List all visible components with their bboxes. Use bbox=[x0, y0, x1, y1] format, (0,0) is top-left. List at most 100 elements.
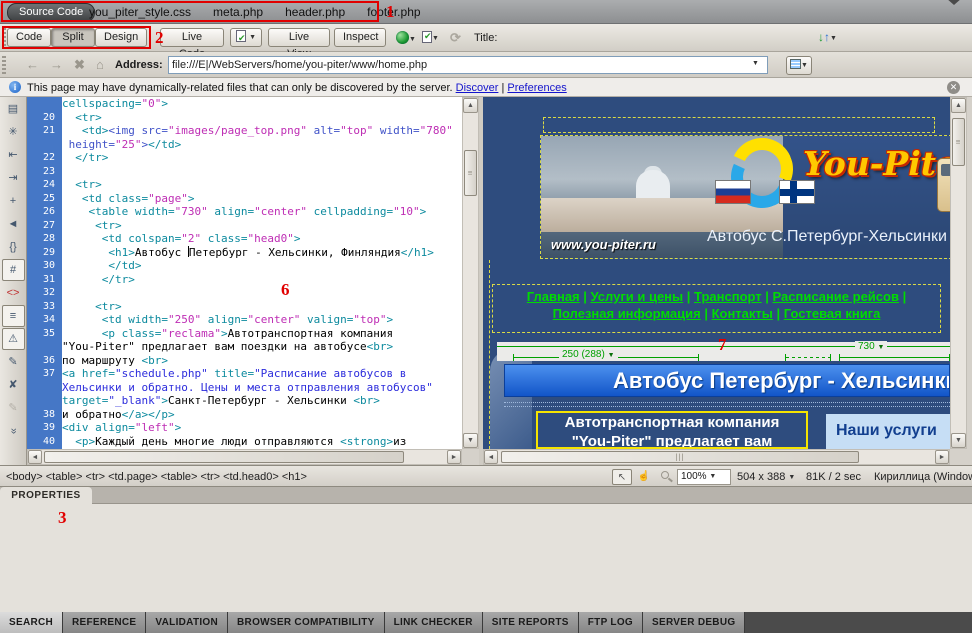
code-vertical-scrollbar[interactable]: ▲ ≡ ▼ bbox=[462, 97, 479, 449]
column-width-label[interactable]: 250 (288) ▼ bbox=[559, 349, 618, 360]
code-line[interactable]: 40 <p>Каждый день многие люди отправляют… bbox=[27, 435, 462, 449]
code-line[interactable]: 32 bbox=[27, 286, 462, 300]
code-line[interactable]: height="25"></td> bbox=[27, 138, 462, 152]
code-line[interactable]: 35 <p class="reclama">Автотранспортная к… bbox=[27, 327, 462, 341]
results-tab-validation[interactable]: VALIDATION bbox=[146, 612, 228, 633]
design-vertical-scrollbar[interactable]: ▲ ≡ ▼ bbox=[950, 97, 967, 449]
code-line[interactable]: 37<a href="schedule.php" title="Расписан… bbox=[27, 367, 462, 381]
address-input[interactable] bbox=[168, 56, 768, 74]
file-list-icon[interactable]: ▼ bbox=[786, 56, 812, 75]
page-heading-banner[interactable]: Автобус Петербург - Хельсинки bbox=[504, 364, 950, 397]
services-box[interactable]: Наши услуги bbox=[826, 414, 950, 449]
nav-link[interactable]: Услуги и цены bbox=[591, 289, 684, 304]
discover-link[interactable]: Discover bbox=[456, 82, 499, 94]
nav-link[interactable]: Полезная информация bbox=[553, 306, 701, 321]
collapse-full-tag-icon[interactable]: ⇤ bbox=[2, 144, 25, 166]
live-view-button[interactable]: Live View bbox=[268, 28, 330, 47]
results-tab-server-debug[interactable]: SERVER DEBUG bbox=[643, 612, 745, 633]
design-hscroll-thumb[interactable]: ||| bbox=[501, 451, 859, 463]
preferences-link[interactable]: Preferences bbox=[507, 82, 566, 94]
window-size-indicator[interactable]: 504 x 388 ▼ bbox=[737, 471, 795, 483]
refresh-icon[interactable]: ⟳ bbox=[450, 30, 461, 46]
home-icon[interactable]: ⌂ bbox=[96, 57, 104, 72]
forward-icon[interactable]: → bbox=[50, 57, 63, 72]
scroll-right-icon[interactable]: ► bbox=[447, 450, 461, 464]
format-source-icon[interactable]: ✎ bbox=[2, 397, 25, 419]
code-line[interactable]: cellspacing="0"> bbox=[27, 97, 462, 111]
back-icon[interactable]: ← bbox=[26, 57, 39, 72]
code-line[interactable]: 38и обратно</a></p> bbox=[27, 408, 462, 422]
code-line[interactable]: 29 <h1>Автобус Петербург - Хельсинки, Фи… bbox=[27, 246, 462, 260]
results-tab-link-checker[interactable]: LINK CHECKER bbox=[385, 612, 483, 633]
expand-all-icon[interactable]: + bbox=[2, 190, 25, 212]
code-line[interactable]: 33 <tr> bbox=[27, 300, 462, 314]
live-code-button[interactable]: Live Code bbox=[160, 28, 224, 47]
design-scroll-down-icon[interactable]: ▼ bbox=[951, 433, 966, 448]
design-scroll-up-icon[interactable]: ▲ bbox=[951, 98, 966, 113]
tag-selector-path[interactable]: <body> <table> <tr> <td.page> <table> <t… bbox=[6, 471, 307, 483]
code-line[interactable]: 27 <tr> bbox=[27, 219, 462, 233]
code-line[interactable]: "You-Piter" предлагает вам поездки на ав… bbox=[27, 340, 462, 354]
code-vscroll-thumb[interactable]: ≡ bbox=[464, 150, 477, 196]
magnification-select[interactable]: 100% ▼ bbox=[677, 469, 731, 485]
code-horizontal-scrollbar[interactable]: ◄ ► bbox=[27, 449, 462, 465]
code-line[interactable]: 24 <tr> bbox=[27, 178, 462, 192]
scroll-down-icon[interactable]: ▼ bbox=[463, 433, 478, 448]
apply-comment-icon[interactable]: ✎ bbox=[2, 351, 25, 373]
scroll-left-icon[interactable]: ◄ bbox=[28, 450, 42, 464]
results-tab-site-reports[interactable]: SITE REPORTS bbox=[483, 612, 579, 633]
results-tab-search[interactable]: SEARCH bbox=[0, 612, 63, 633]
syntax-error-alerts-icon[interactable]: ⚠ bbox=[2, 328, 25, 350]
site-header-image[interactable]: You-Piter Автобус С.Петербург-Хельсинки … bbox=[540, 135, 950, 259]
code-line[interactable]: 22 </tr> bbox=[27, 151, 462, 165]
code-editor[interactable]: cellspacing="0">20 <tr>21 <td><img src="… bbox=[27, 97, 462, 449]
code-line[interactable]: Хельсинки и обратно. Цены и места отправ… bbox=[27, 381, 462, 395]
open-documents-icon[interactable]: ▤ bbox=[2, 98, 25, 120]
code-line[interactable]: 23 bbox=[27, 165, 462, 179]
collapse-selection-icon[interactable]: ⇥ bbox=[2, 167, 25, 189]
code-line[interactable]: 39<div align="left"> bbox=[27, 421, 462, 435]
scroll-up-icon[interactable]: ▲ bbox=[463, 98, 478, 113]
hand-tool-icon[interactable]: ☝ bbox=[634, 469, 654, 485]
select-parent-tag-icon[interactable]: ◄ bbox=[2, 213, 25, 235]
code-lines[interactable]: cellspacing="0">20 <tr>21 <td><img src="… bbox=[27, 97, 462, 448]
validate-icon[interactable]: ▼ bbox=[422, 31, 439, 44]
line-numbers-icon[interactable]: # bbox=[2, 259, 25, 281]
code-line[interactable]: 34 <td width="250" align="center" valign… bbox=[27, 313, 462, 327]
code-line[interactable]: 21 <td><img src="images/page_top.png" al… bbox=[27, 124, 462, 138]
stop-icon[interactable]: ✖ bbox=[74, 57, 85, 73]
code-line[interactable]: 20 <tr> bbox=[27, 111, 462, 125]
code-line[interactable]: 30 </td> bbox=[27, 259, 462, 273]
code-line[interactable]: 36по маршруту <br> bbox=[27, 354, 462, 368]
file-transfer-icon[interactable]: ↓↑▼ bbox=[818, 30, 837, 44]
close-icon[interactable]: ✕ bbox=[947, 81, 960, 94]
code-line[interactable]: 25 <td class="page"> bbox=[27, 192, 462, 206]
remove-comment-icon[interactable]: ✘ bbox=[2, 374, 25, 396]
design-scroll-left-icon[interactable]: ◄ bbox=[484, 450, 498, 464]
select-tool-icon[interactable]: ↖ bbox=[612, 469, 632, 485]
code-navigator-icon[interactable]: ✳ bbox=[2, 121, 25, 143]
results-tab-ftp-log[interactable]: FTP LOG bbox=[579, 612, 643, 633]
code-line[interactable]: 31 </tr> bbox=[27, 273, 462, 287]
design-vscroll-thumb[interactable]: ≡ bbox=[952, 118, 965, 166]
site-navigation[interactable]: Главная | Услуги и цены | Транспорт | Ра… bbox=[492, 284, 941, 333]
nav-link[interactable]: Транспорт bbox=[694, 289, 762, 304]
nav-link[interactable]: Расписание рейсов bbox=[773, 289, 899, 304]
code-line[interactable]: 28 <td colspan="2" class="head0"> bbox=[27, 232, 462, 246]
design-horizontal-scrollbar[interactable]: ◄ ||| ► bbox=[483, 449, 950, 465]
code-line[interactable]: 26 <table width="730" align="center" cel… bbox=[27, 205, 462, 219]
nav-link[interactable]: Главная bbox=[527, 289, 580, 304]
highlight-invalid-code-icon[interactable]: <> bbox=[2, 282, 25, 304]
filter-funnel-icon[interactable] bbox=[946, 5, 962, 18]
nav-link[interactable]: Контакты bbox=[712, 306, 773, 321]
nav-link[interactable]: Гостевая книга bbox=[784, 306, 881, 321]
wrap-lines-icon[interactable]: ≡ bbox=[2, 305, 25, 327]
results-tab-browser-compatibility[interactable]: BROWSER COMPATIBILITY bbox=[228, 612, 385, 633]
zoom-tool-icon[interactable] bbox=[655, 469, 675, 485]
table-width-label[interactable]: 730 ▼ bbox=[855, 341, 887, 352]
properties-tab[interactable]: PROPERTIES bbox=[0, 487, 92, 504]
more-options-icon[interactable]: » bbox=[2, 420, 24, 443]
results-tab-reference[interactable]: REFERENCE bbox=[63, 612, 146, 633]
code-hscroll-thumb[interactable] bbox=[44, 451, 404, 463]
check-page-icon[interactable]: ▼ bbox=[230, 28, 262, 47]
